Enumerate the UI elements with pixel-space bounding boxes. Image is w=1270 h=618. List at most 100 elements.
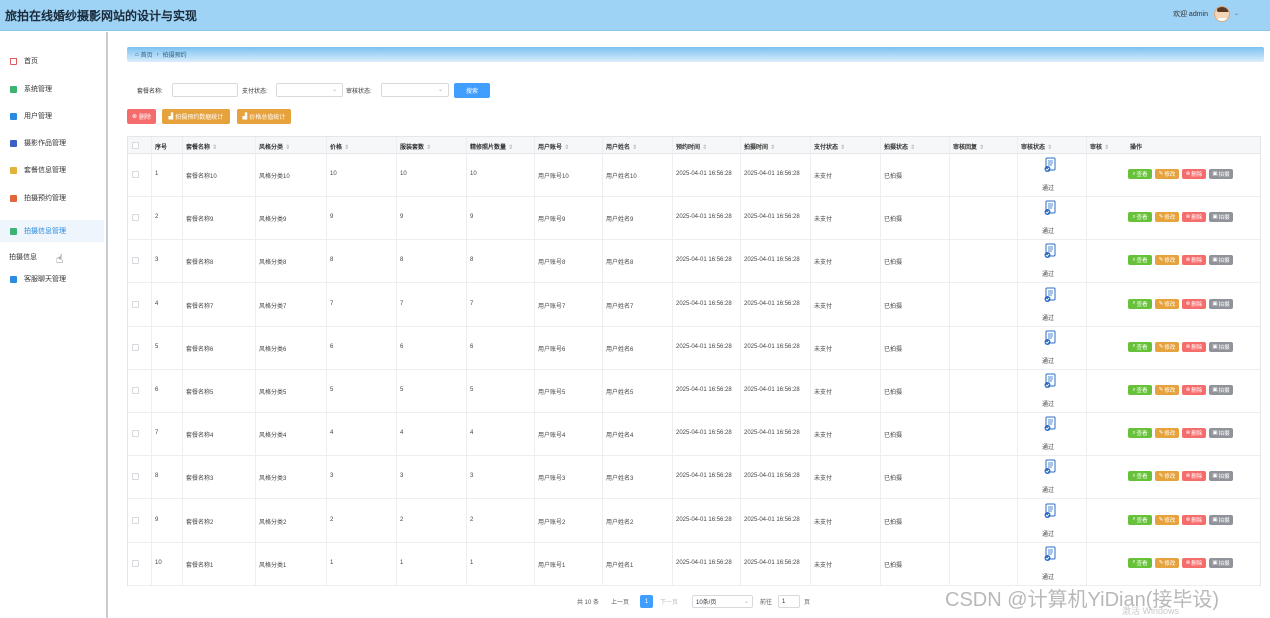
- sort-icon[interactable]: ⇕: [508, 145, 513, 151]
- column-header[interactable]: 风格分类 ⇕: [259, 142, 290, 151]
- sort-icon[interactable]: ⇕: [979, 145, 984, 151]
- edit-button[interactable]: ✎ 修改: [1155, 385, 1179, 395]
- edit-button[interactable]: ✎ 修改: [1155, 341, 1179, 352]
- column-header[interactable]: 序号: [155, 142, 167, 151]
- column-header[interactable]: 用户账号 ⇕: [538, 142, 569, 151]
- delete-button[interactable]: ⊗ 删除: [1182, 212, 1206, 223]
- booking-stats-button[interactable]: ▟ 拍摄预约数据统计: [162, 109, 230, 124]
- shoot-button[interactable]: ▣ 拍摄: [1209, 385, 1233, 395]
- row-checkbox[interactable]: [132, 214, 139, 222]
- shoot-button[interactable]: ▣ 拍摄: [1209, 341, 1233, 352]
- column-header[interactable]: 操作: [1130, 142, 1142, 151]
- sidebar-item-shoot-info[interactable]: 拍摄信息管理: [0, 220, 104, 242]
- view-button[interactable]: ⌕ 查看: [1128, 514, 1152, 525]
- delete-button[interactable]: ⊗ 删除: [1182, 169, 1206, 179]
- sidebar-item-packages[interactable]: 套餐信息管理: [0, 159, 104, 181]
- goto-page-input[interactable]: 1: [778, 595, 800, 608]
- edit-button[interactable]: ✎ 修改: [1155, 298, 1179, 309]
- sort-icon[interactable]: ⇕: [632, 145, 637, 151]
- edit-button[interactable]: ✎ 修改: [1155, 428, 1179, 439]
- column-header[interactable]: 价格 ⇕: [330, 142, 349, 151]
- edit-button[interactable]: ✎ 修改: [1155, 557, 1179, 568]
- shoot-button[interactable]: ▣ 拍摄: [1209, 557, 1233, 568]
- column-header[interactable]: 套餐名称 ⇕: [186, 142, 217, 151]
- bulk-delete-button[interactable]: ⊗ 删除: [127, 109, 156, 124]
- page-size-select[interactable]: 10条/页 ⌄: [692, 595, 753, 608]
- sort-icon[interactable]: ⇕: [1047, 145, 1052, 151]
- shoot-button[interactable]: ▣ 拍摄: [1209, 255, 1233, 266]
- package-name-input[interactable]: [172, 83, 238, 97]
- edit-button[interactable]: ✎ 修改: [1155, 212, 1179, 223]
- breadcrumb-home[interactable]: 首页: [141, 50, 153, 59]
- delete-button[interactable]: ⊗ 删除: [1182, 428, 1206, 439]
- edit-button[interactable]: ✎ 修改: [1155, 255, 1179, 266]
- view-button[interactable]: ⌕ 查看: [1128, 212, 1152, 223]
- row-checkbox[interactable]: [132, 171, 139, 178]
- delete-button[interactable]: ⊗ 删除: [1182, 298, 1206, 309]
- sort-icon[interactable]: ⇕: [285, 145, 290, 151]
- row-checkbox[interactable]: [132, 387, 139, 394]
- sidebar-item-system[interactable]: 系统管理: [0, 78, 104, 100]
- search-button[interactable]: 搜索: [454, 83, 490, 98]
- column-header[interactable]: 审核 ⇕: [1090, 142, 1109, 151]
- column-header[interactable]: 用户姓名 ⇕: [606, 142, 637, 151]
- sort-icon[interactable]: ⇕: [770, 145, 775, 151]
- sort-icon[interactable]: ⇕: [212, 145, 217, 151]
- sort-icon[interactable]: ⇕: [702, 145, 707, 151]
- welcome-user[interactable]: 欢迎 admin: [1173, 9, 1208, 19]
- view-button[interactable]: ⌕ 查看: [1128, 428, 1152, 439]
- sort-icon[interactable]: ⇕: [426, 145, 431, 151]
- shoot-button[interactable]: ▣ 拍摄: [1209, 169, 1233, 179]
- column-header[interactable]: 预约时间 ⇕: [676, 142, 707, 151]
- delete-button[interactable]: ⊗ 删除: [1182, 514, 1206, 525]
- view-button[interactable]: ⌕ 查看: [1128, 557, 1152, 568]
- row-checkbox[interactable]: [132, 343, 139, 351]
- column-header[interactable]: 支付状态 ⇕: [814, 142, 845, 151]
- sidebar-item-home[interactable]: 首页: [0, 50, 104, 72]
- sort-icon[interactable]: ⇕: [344, 145, 349, 151]
- delete-button[interactable]: ⊗ 删除: [1182, 471, 1206, 482]
- delete-button[interactable]: ⊗ 删除: [1182, 557, 1206, 568]
- sort-icon[interactable]: ⇕: [564, 145, 569, 151]
- column-header[interactable]: 拍摄状态 ⇕: [884, 142, 915, 151]
- row-checkbox[interactable]: [132, 516, 139, 524]
- pagination-prev[interactable]: 上一页: [611, 597, 629, 606]
- view-button[interactable]: ⌕ 查看: [1128, 255, 1152, 266]
- column-header[interactable]: 审核回复 ⇕: [953, 142, 984, 151]
- sidebar-item-users[interactable]: 用户管理: [0, 105, 104, 127]
- edit-button[interactable]: ✎ 修改: [1155, 471, 1179, 482]
- price-stats-button[interactable]: ▟ 价格总值统计: [237, 109, 291, 124]
- avatar[interactable]: [1214, 6, 1230, 22]
- row-checkbox[interactable]: [132, 300, 139, 308]
- sort-icon[interactable]: ⇕: [840, 145, 845, 151]
- shoot-button[interactable]: ▣ 拍摄: [1209, 514, 1233, 525]
- row-checkbox[interactable]: [132, 430, 139, 438]
- view-button[interactable]: ⌕ 查看: [1128, 385, 1152, 395]
- sort-icon[interactable]: ⇕: [1104, 145, 1109, 151]
- pagination-page-1[interactable]: 1: [640, 595, 653, 608]
- column-header[interactable]: 服装套数 ⇕: [400, 142, 431, 151]
- edit-button[interactable]: ✎ 修改: [1155, 169, 1179, 179]
- shoot-button[interactable]: ▣ 拍摄: [1209, 428, 1233, 439]
- edit-button[interactable]: ✎ 修改: [1155, 514, 1179, 525]
- row-checkbox[interactable]: [132, 257, 139, 265]
- chevron-down-icon[interactable]: ⌄: [1234, 10, 1239, 17]
- sidebar-item-booking[interactable]: 拍摄预约管理: [0, 187, 104, 209]
- view-button[interactable]: ⌕ 查看: [1128, 169, 1152, 179]
- column-header[interactable]: 精修照片数量 ⇕: [470, 142, 513, 151]
- shoot-button[interactable]: ▣ 拍摄: [1209, 471, 1233, 482]
- view-button[interactable]: ⌕ 查看: [1128, 341, 1152, 352]
- column-header[interactable]: 审核状态 ⇕: [1021, 142, 1052, 151]
- sort-icon[interactable]: ⇕: [910, 145, 915, 151]
- delete-button[interactable]: ⊗ 删除: [1182, 341, 1206, 352]
- sidebar-subitem-shoot-info[interactable]: 拍摄信息: [9, 252, 37, 262]
- row-checkbox[interactable]: [132, 559, 139, 567]
- shoot-button[interactable]: ▣ 拍摄: [1209, 212, 1233, 223]
- delete-button[interactable]: ⊗ 删除: [1182, 255, 1206, 266]
- pagination-next[interactable]: 下一页: [660, 597, 678, 606]
- sidebar-item-chat[interactable]: 客服聊天管理: [0, 268, 104, 290]
- delete-button[interactable]: ⊗ 删除: [1182, 385, 1206, 395]
- row-checkbox[interactable]: [132, 473, 139, 481]
- select-all-checkbox[interactable]: [132, 142, 139, 149]
- view-button[interactable]: ⌕ 查看: [1128, 298, 1152, 309]
